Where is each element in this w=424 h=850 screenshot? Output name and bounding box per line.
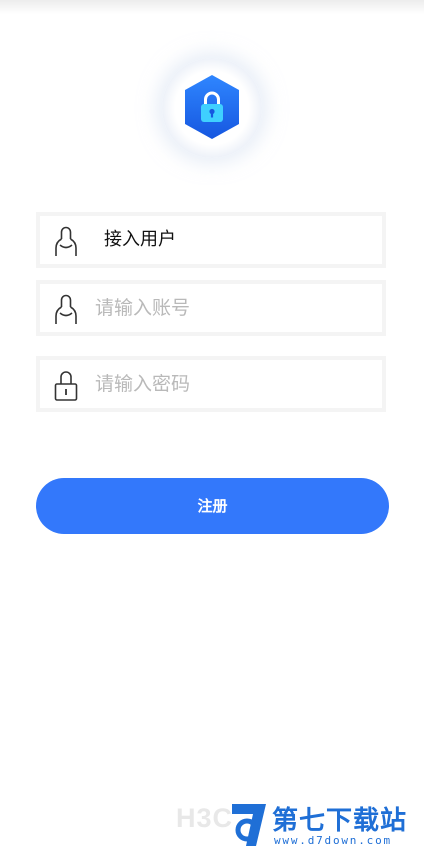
account-field[interactable] [36, 280, 386, 336]
site-watermark-url: www.d7down.com [274, 834, 392, 847]
register-button[interactable]: 注册 [36, 478, 389, 534]
shield-lock-icon [185, 75, 239, 139]
site-watermark-title: 第七下载站 [272, 806, 408, 836]
h3c-watermark: H3C [176, 803, 234, 833]
app-logo [162, 58, 262, 158]
password-field[interactable] [36, 356, 386, 412]
lock-icon [52, 368, 80, 402]
status-bar-shade [0, 0, 424, 14]
account-input[interactable] [95, 293, 355, 323]
site-logo-icon [232, 804, 266, 846]
access-user-field[interactable]: 接入用户 [36, 212, 386, 268]
password-input[interactable] [95, 369, 355, 399]
access-user-value: 接入用户 [104, 229, 176, 250]
user-icon [52, 224, 80, 258]
user-icon [52, 292, 80, 326]
